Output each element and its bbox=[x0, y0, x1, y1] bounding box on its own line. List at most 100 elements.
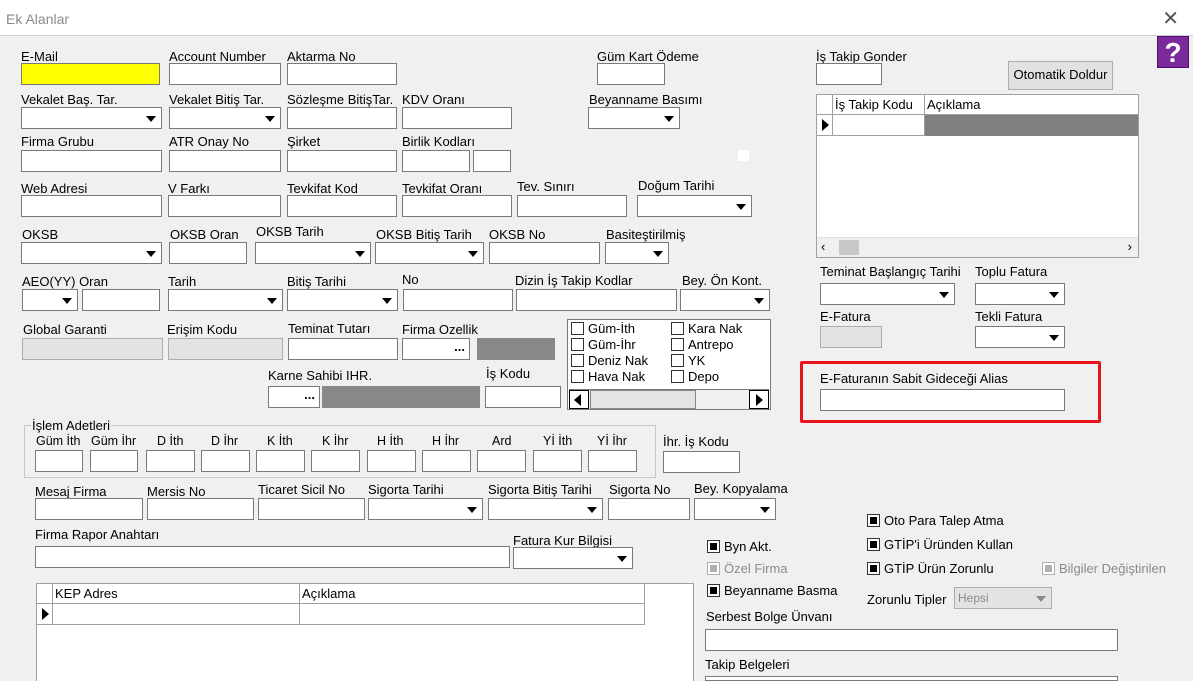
islem-count-field[interactable] bbox=[256, 450, 305, 472]
kep-grid[interactable]: KEP Adres Açıklama bbox=[36, 583, 694, 681]
scrollbar-thumb[interactable] bbox=[839, 240, 859, 255]
birlik-kodlari-field-2[interactable] bbox=[473, 150, 511, 172]
zorunlu-tipler-select[interactable]: Hepsi bbox=[954, 587, 1052, 609]
aeo-oran-field[interactable] bbox=[82, 289, 160, 311]
aktarma-no-field[interactable] bbox=[287, 63, 397, 85]
e-fatura-field[interactable] bbox=[820, 326, 882, 348]
dogum-tarihi-select[interactable] bbox=[637, 195, 752, 217]
transport-checklist[interactable]: Güm-İth Güm-İhr Deniz Nak Hava Nak Kara … bbox=[567, 319, 771, 410]
islem-count-field[interactable] bbox=[588, 450, 637, 472]
scrollbar-thumb[interactable] bbox=[590, 390, 696, 409]
basitestirilmis-select[interactable] bbox=[605, 242, 669, 264]
no-field[interactable] bbox=[403, 289, 513, 311]
kdv-orani-field[interactable] bbox=[402, 107, 512, 129]
check-gtip-urun-kullan[interactable]: GTİP'i Üründen Kullan bbox=[867, 537, 1013, 553]
takip-belgeleri-field[interactable] bbox=[705, 676, 1118, 681]
grid-cell[interactable] bbox=[53, 604, 300, 625]
check-gum-ith[interactable]: Güm-İth bbox=[571, 321, 635, 337]
scroll-right-icon[interactable] bbox=[749, 390, 769, 409]
oksb-select[interactable] bbox=[21, 242, 162, 264]
teminat-tutari-field[interactable] bbox=[288, 338, 398, 360]
horizontal-scrollbar[interactable] bbox=[569, 389, 769, 409]
firma-ozellik-ellipsis-button[interactable]: ... bbox=[402, 338, 470, 360]
oksb-tarih-select[interactable] bbox=[255, 242, 371, 264]
vekalet-bas-select[interactable] bbox=[21, 107, 162, 129]
is-takip-grid[interactable]: İş Takip Kodu Açıklama ‹ › bbox=[816, 94, 1139, 258]
bey-kopyalama-select[interactable] bbox=[694, 498, 776, 520]
help-icon[interactable]: ? bbox=[1157, 36, 1189, 68]
oksb-no-field[interactable] bbox=[489, 242, 600, 264]
check-kara-nak[interactable]: Kara Nak bbox=[671, 321, 742, 337]
islem-count-field[interactable] bbox=[533, 450, 582, 472]
birlik-kodlari-field[interactable] bbox=[402, 150, 470, 172]
web-adresi-field[interactable] bbox=[21, 195, 162, 217]
check-depo[interactable]: Depo bbox=[671, 369, 719, 385]
ticaret-sicil-field[interactable] bbox=[258, 498, 365, 520]
check-oto-para[interactable]: Oto Para Talep Atma bbox=[867, 513, 1004, 529]
dizin-is-takip-field[interactable] bbox=[516, 289, 677, 311]
sirket-field[interactable] bbox=[287, 150, 397, 172]
tekli-fatura-select[interactable] bbox=[975, 326, 1065, 348]
karne-sahibi-ellipsis-button[interactable]: ... bbox=[268, 386, 320, 408]
bey-on-kont-select[interactable] bbox=[680, 289, 770, 311]
tevkifat-orani-field[interactable] bbox=[402, 195, 512, 217]
email-field[interactable] bbox=[21, 63, 160, 85]
sigorta-bitis-select[interactable] bbox=[488, 498, 603, 520]
horizontal-scrollbar[interactable]: ‹ › bbox=[817, 237, 1138, 257]
check-gtip-urun-zorunlu[interactable]: GTİP Ürün Zorunlu bbox=[867, 561, 994, 577]
islem-count-field[interactable] bbox=[477, 450, 526, 472]
mesaj-firma-field[interactable] bbox=[35, 498, 143, 520]
sozlesme-bitis-field[interactable] bbox=[287, 107, 397, 129]
oksb-oran-field[interactable] bbox=[169, 242, 247, 264]
check-yk[interactable]: YK bbox=[671, 353, 705, 369]
vekalet-bitis-select[interactable] bbox=[169, 107, 281, 129]
islem-count-field[interactable] bbox=[146, 450, 195, 472]
teminat-baslangic-select[interactable] bbox=[820, 283, 955, 305]
check-byn-akt[interactable]: Byn Akt. bbox=[707, 539, 772, 555]
grid-cell[interactable] bbox=[300, 604, 645, 625]
bitis-tarihi-select[interactable] bbox=[287, 289, 398, 311]
check-deniz-nak[interactable]: Deniz Nak bbox=[571, 353, 648, 369]
toplu-fatura-select[interactable] bbox=[975, 283, 1065, 305]
erisim-kodu-field[interactable] bbox=[168, 338, 283, 360]
tarih-select[interactable] bbox=[168, 289, 283, 311]
scroll-left-icon[interactable]: ‹ bbox=[821, 239, 825, 254]
check-beyanname-basma[interactable]: Beyanname Basma bbox=[707, 583, 837, 599]
islem-count-field[interactable] bbox=[90, 450, 138, 472]
check-antrepo[interactable]: Antrepo bbox=[671, 337, 734, 353]
check-gum-ihr[interactable]: Güm-İhr bbox=[571, 337, 636, 353]
is-kodu-field[interactable] bbox=[485, 386, 561, 408]
firma-rapor-field[interactable] bbox=[35, 546, 510, 568]
aeo-select[interactable] bbox=[22, 289, 78, 311]
islem-count-field[interactable] bbox=[311, 450, 360, 472]
fatura-kur-select[interactable] bbox=[513, 547, 633, 569]
islem-count-field[interactable] bbox=[201, 450, 250, 472]
check-hava-nak[interactable]: Hava Nak bbox=[571, 369, 645, 385]
scroll-right-icon[interactable]: › bbox=[1128, 239, 1132, 254]
beyanname-basimi-select[interactable] bbox=[588, 107, 680, 129]
global-garanti-field[interactable] bbox=[22, 338, 163, 360]
account-number-field[interactable] bbox=[169, 63, 281, 85]
sigorta-no-field[interactable] bbox=[608, 498, 690, 520]
scroll-left-icon[interactable] bbox=[569, 390, 589, 409]
serbest-bolge-field[interactable] bbox=[705, 629, 1118, 651]
oksb-bitis-tarih-select[interactable] bbox=[375, 242, 484, 264]
tev-siniri-field[interactable] bbox=[517, 195, 627, 217]
grid-cell[interactable] bbox=[925, 115, 1138, 136]
otomatik-doldur-button[interactable]: Otomatik Doldur bbox=[1008, 61, 1113, 90]
sigorta-tarihi-select[interactable] bbox=[368, 498, 483, 520]
grid-cell[interactable] bbox=[833, 115, 925, 136]
v-farki-field[interactable] bbox=[168, 195, 281, 217]
close-icon[interactable]: ✕ bbox=[1162, 6, 1179, 31]
check-bilgiler-degistirilen[interactable]: Bilgiler Değiştirilen bbox=[1042, 561, 1166, 577]
islem-count-field[interactable] bbox=[35, 450, 83, 472]
ihr-is-kodu-field[interactable] bbox=[663, 451, 740, 473]
gum-kart-odeme-field[interactable] bbox=[597, 63, 665, 85]
tevkifat-kod-field[interactable] bbox=[287, 195, 397, 217]
e-fatura-alias-field[interactable] bbox=[820, 389, 1065, 411]
firma-grubu-field[interactable] bbox=[21, 150, 162, 172]
mersis-no-field[interactable] bbox=[147, 498, 254, 520]
islem-count-field[interactable] bbox=[422, 450, 471, 472]
atr-onay-no-field[interactable] bbox=[169, 150, 281, 172]
check-ozel-firma[interactable]: Özel Firma bbox=[707, 561, 788, 577]
